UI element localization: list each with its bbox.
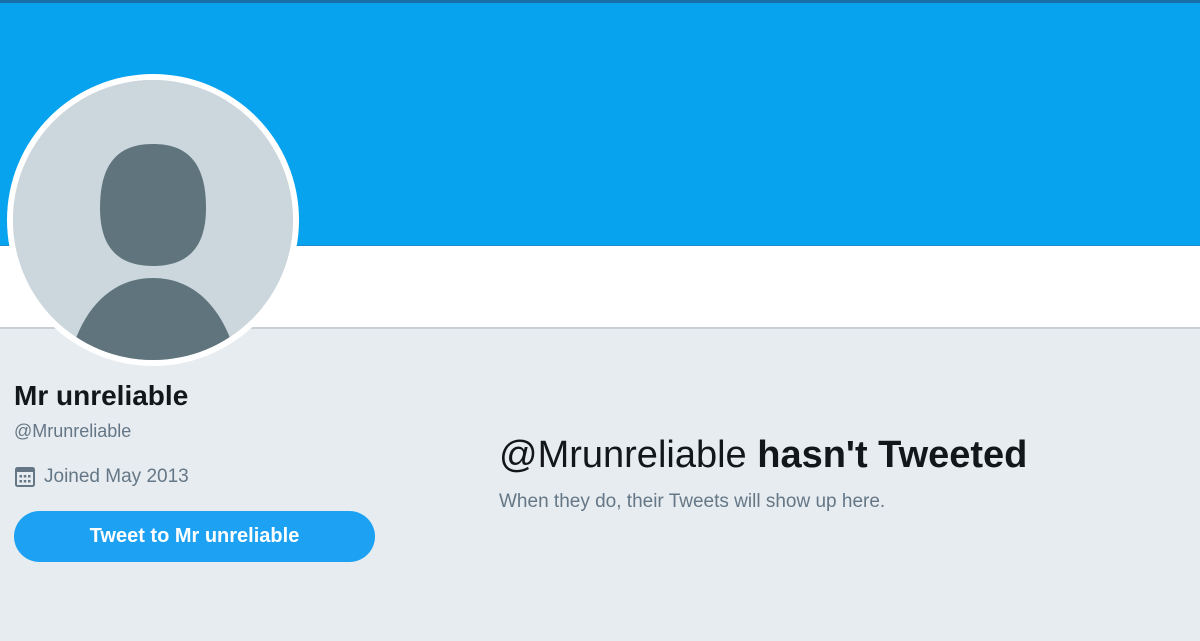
- empty-state-title: @Mrunreliable hasn't Tweeted: [499, 434, 1027, 477]
- profile-name[interactable]: Mr unreliable: [14, 380, 188, 412]
- tweet-to-user-button[interactable]: Tweet to Mr unreliable: [14, 511, 375, 562]
- empty-state-handle: @Mrunreliable: [499, 434, 747, 476]
- joined-date: Joined May 2013: [14, 466, 189, 488]
- default-avatar-icon: [13, 80, 293, 360]
- profile-avatar[interactable]: [7, 74, 299, 366]
- empty-state-subtitle: When they do, their Tweets will show up …: [499, 491, 886, 512]
- profile-handle[interactable]: @Mrunreliable: [14, 421, 131, 442]
- calendar-icon: [14, 466, 36, 488]
- joined-label: Joined May 2013: [44, 466, 189, 487]
- empty-state-title-text: hasn't Tweeted: [757, 434, 1028, 476]
